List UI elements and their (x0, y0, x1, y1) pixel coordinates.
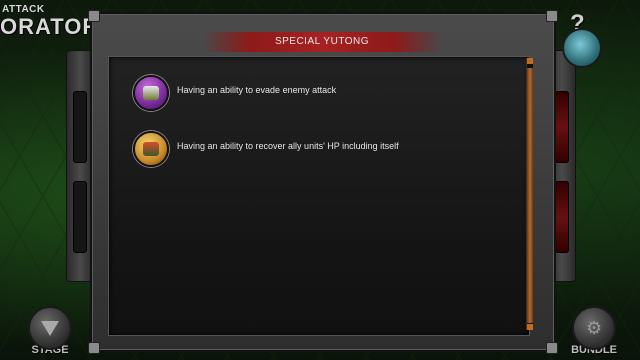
ability-item-heal: Having an ability to recover ally units'… (133, 131, 523, 167)
logo-big-text: ORATOR (0, 14, 100, 39)
right-panel-slot (555, 181, 569, 253)
scroll-down-cap (527, 324, 533, 330)
gear-icon: ⚙ (572, 306, 616, 350)
left-panel-slot (73, 181, 87, 253)
help-button[interactable]: ? (562, 10, 602, 68)
right-panel-slot (555, 91, 569, 163)
ability-description: Having an ability to evade enemy attack (177, 85, 337, 95)
scroll-thumb[interactable] (527, 68, 533, 323)
scroll-up-cap (527, 58, 533, 64)
bundle-button[interactable]: ⚙ BUNDLE (566, 306, 622, 360)
dialog-corner-bolt (88, 10, 100, 22)
ability-list[interactable]: Having an ability to evade enemy attack … (108, 56, 530, 336)
stage-button[interactable]: STAGE (24, 306, 76, 360)
commander-avatar-icon (562, 28, 602, 68)
stage-icon (28, 306, 72, 350)
dialog-corner-bolt (88, 342, 100, 354)
ability-list-scrollbar[interactable] (526, 58, 533, 330)
dialog-corner-bolt (546, 10, 558, 22)
dialog-corner-bolt (546, 342, 558, 354)
heal-ability-icon (133, 131, 169, 167)
evade-ability-icon (133, 75, 169, 111)
dialog-title: SPECIAL YUTONG (202, 32, 442, 52)
left-panel-slot (73, 91, 87, 163)
ability-item-evade: Having an ability to evade enemy attack (133, 75, 523, 111)
special-unit-dialog: SPECIAL YUTONG Having an ability to evad… (88, 10, 558, 354)
ability-description: Having an ability to recover ally units'… (177, 141, 399, 151)
game-logo-title: ATTACK ORATOR (0, 4, 99, 40)
